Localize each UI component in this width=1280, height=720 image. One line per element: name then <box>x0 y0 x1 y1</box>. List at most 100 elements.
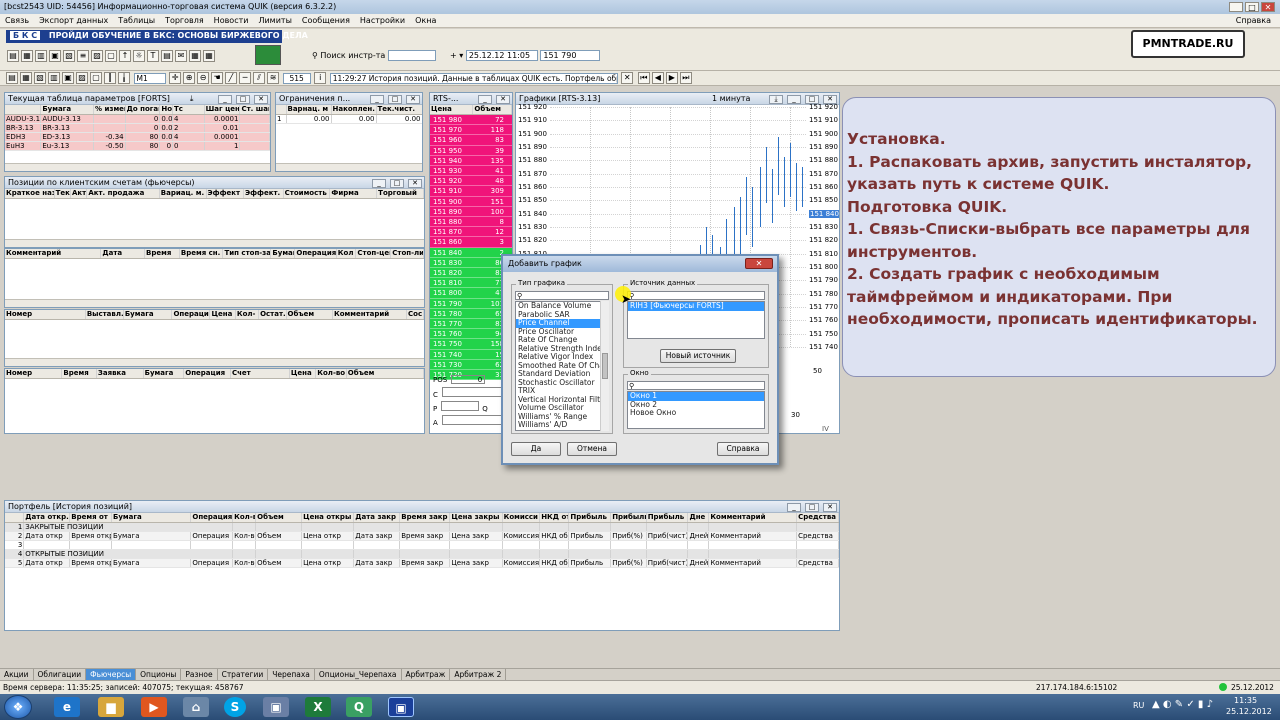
chart-interval[interactable]: 1 минута <box>712 94 750 103</box>
maximize-icon[interactable]: □ <box>388 95 402 104</box>
table-row[interactable]: 2 Дата откр Время откр Бумага Операция Кол-в о… <box>5 531 839 541</box>
workspace-tab[interactable]: Арбитраж 2 <box>450 669 507 680</box>
toolbar-icon[interactable]: ▤ <box>6 72 18 84</box>
maximize-icon[interactable]: □ <box>805 503 819 512</box>
chart-type-search[interactable]: ⚲ <box>515 291 609 300</box>
skype-icon[interactable]: S <box>224 697 246 717</box>
scrollbar-thumb[interactable] <box>602 353 608 379</box>
column-header[interactable]: Номер <box>5 310 86 320</box>
column-header[interactable]: Бумага <box>111 513 192 523</box>
column-header[interactable]: Бумага <box>123 310 173 320</box>
menu-item[interactable]: Связь <box>0 14 34 27</box>
dialog-titlebar[interactable]: Добавить график ✕ <box>503 256 777 272</box>
chart-type-item[interactable]: Volume Oscillator <box>516 404 608 413</box>
chart-type-list[interactable]: On Balance Volume Parabolic SAR Price Chan… <box>515 301 609 431</box>
table-row[interactable]: 1 0.00 0.00 0.00 <box>276 114 422 124</box>
column-header[interactable]: Комментарий <box>5 249 102 259</box>
toolbar-icon[interactable]: ▧ <box>34 72 46 84</box>
column-header[interactable]: Шаг цены <box>204 105 241 115</box>
active-app-icon[interactable]: ▣ <box>388 697 414 717</box>
window-search[interactable]: ⚲ <box>627 381 765 390</box>
column-header[interactable]: Дата откр. <box>23 513 71 523</box>
menu-item[interactable]: Торговля <box>160 14 209 27</box>
column-header[interactable]: Тс <box>172 105 205 115</box>
pos-field[interactable]: 0 <box>451 375 486 384</box>
column-header[interactable]: Операция <box>171 310 211 320</box>
menu-item[interactable]: Окна <box>410 14 441 27</box>
maximize-icon[interactable]: □ <box>236 95 250 104</box>
minimize-button[interactable]: _ <box>1229 2 1243 12</box>
window-icon[interactable]: ▢ <box>105 50 117 62</box>
column-header[interactable]: Время <box>144 249 180 259</box>
column-header[interactable]: Стоимость <box>283 189 331 199</box>
order-book-titlebar[interactable]: RTS-... _ ✕ <box>430 93 512 105</box>
column-header[interactable]: Фирма <box>329 189 378 199</box>
column-header[interactable]: Тип стоп-за <box>222 249 272 259</box>
maximize-button[interactable]: □ <box>1245 2 1259 12</box>
column-header[interactable]: Цена откры <box>301 513 355 523</box>
layout-icon[interactable]: ▦ <box>189 50 201 62</box>
minimize-icon[interactable]: _ <box>370 95 384 104</box>
chart-type-item[interactable]: Parabolic SAR <box>516 311 608 320</box>
column-header[interactable]: Время от <box>69 513 113 523</box>
column-header[interactable]: Эффект. <box>243 189 284 199</box>
menu-item[interactable]: Экспорт данных <box>34 14 113 27</box>
text-icon[interactable]: T <box>147 50 159 62</box>
column-header[interactable]: Номер <box>5 369 63 379</box>
close-message-icon[interactable]: ✕ <box>621 72 634 84</box>
portfolio-window-titlebar[interactable]: Портфель [История позиций] _ □ ✕ <box>5 501 839 513</box>
menu-item[interactable]: Сообщения <box>297 14 355 27</box>
column-header[interactable]: % измен.закр. <box>93 105 126 115</box>
column-header[interactable]: Комментарий <box>708 513 798 523</box>
column-header[interactable]: Цена <box>209 310 236 320</box>
hand-icon[interactable]: ☚ <box>211 72 224 84</box>
table-icon[interactable]: ▣ <box>49 50 61 62</box>
volume-header[interactable]: Объем <box>472 105 512 115</box>
column-header[interactable]: Сос <box>406 310 424 320</box>
info-icon[interactable]: i <box>314 72 327 84</box>
dialog-close-button[interactable]: ✕ <box>745 258 773 269</box>
network-icon[interactable]: ⌂ <box>183 697 209 717</box>
chart-type-item[interactable]: Stochastic Oscillator <box>516 379 608 388</box>
column-header[interactable]: Торговый <box>376 189 424 199</box>
price-header[interactable]: Цена <box>430 105 474 115</box>
horizontal-scrollbar[interactable] <box>5 239 424 247</box>
toolbar-icon[interactable]: ▢ <box>90 72 102 84</box>
column-header[interactable]: Комисси <box>502 513 541 523</box>
column-header[interactable]: Кол-в <box>232 513 257 523</box>
column-header[interactable]: Вариац. м. <box>159 189 207 199</box>
explorer-icon[interactable]: ▆ <box>98 697 124 717</box>
column-header[interactable]: Стоп-цена <box>355 249 392 259</box>
data-source-item[interactable]: RIH3 [Фьючерсы FORTS] <box>628 302 764 311</box>
ask-row[interactable]: 151 900 151 <box>430 196 512 207</box>
pin-icon[interactable]: ↑ <box>119 50 131 62</box>
chart-type-item[interactable]: Rate Of Change <box>516 336 608 345</box>
toolbar-icon[interactable]: ▦ <box>20 72 32 84</box>
table-row[interactable]: 4 ОТКРЫТЫЕ ПОЗИЦИИ <box>5 549 839 559</box>
window-item[interactable]: Новое Окно <box>628 409 764 418</box>
column-header[interactable]: Бумага <box>143 369 185 379</box>
column-header[interactable]: Номи <box>159 105 174 115</box>
column-header[interactable]: Средства <box>796 513 839 523</box>
column-header[interactable]: Дата закр <box>353 513 401 523</box>
toolbar-icon[interactable]: ▥ <box>48 72 60 84</box>
first-icon[interactable]: ⏮ <box>637 72 650 84</box>
chart-type-item[interactable]: Relative Strength Index <box>516 345 608 354</box>
minimize-icon[interactable]: _ <box>787 95 801 104</box>
column-header[interactable]: НКД от <box>539 513 570 523</box>
zoom-in-icon[interactable]: ⊕ <box>183 72 196 84</box>
table-row[interactable]: BR-3.13BR-3.13 00.0020.01 <box>5 123 270 133</box>
gear-icon[interactable]: ☼ <box>133 50 145 62</box>
column-header[interactable]: Операция <box>183 369 231 379</box>
workspace-tab[interactable]: Арбитраж <box>402 669 451 680</box>
column-header[interactable]: Краткое назв. <box>5 189 55 199</box>
column-header[interactable]: Остат. <box>258 310 287 320</box>
ask-row[interactable]: 151 950 39 <box>430 145 512 156</box>
column-header[interactable]: Время <box>61 369 97 379</box>
column-header[interactable]: Объем <box>286 310 334 320</box>
horizontal-scrollbar[interactable] <box>276 163 422 171</box>
p-field[interactable] <box>441 401 480 411</box>
last-icon[interactable]: ⏭ <box>679 72 692 84</box>
chart-type-item[interactable]: Standard Deviation <box>516 370 608 379</box>
table-row[interactable]: 1 ЗАКРЫТЫЕ ПОЗИЦИИ <box>5 522 839 532</box>
